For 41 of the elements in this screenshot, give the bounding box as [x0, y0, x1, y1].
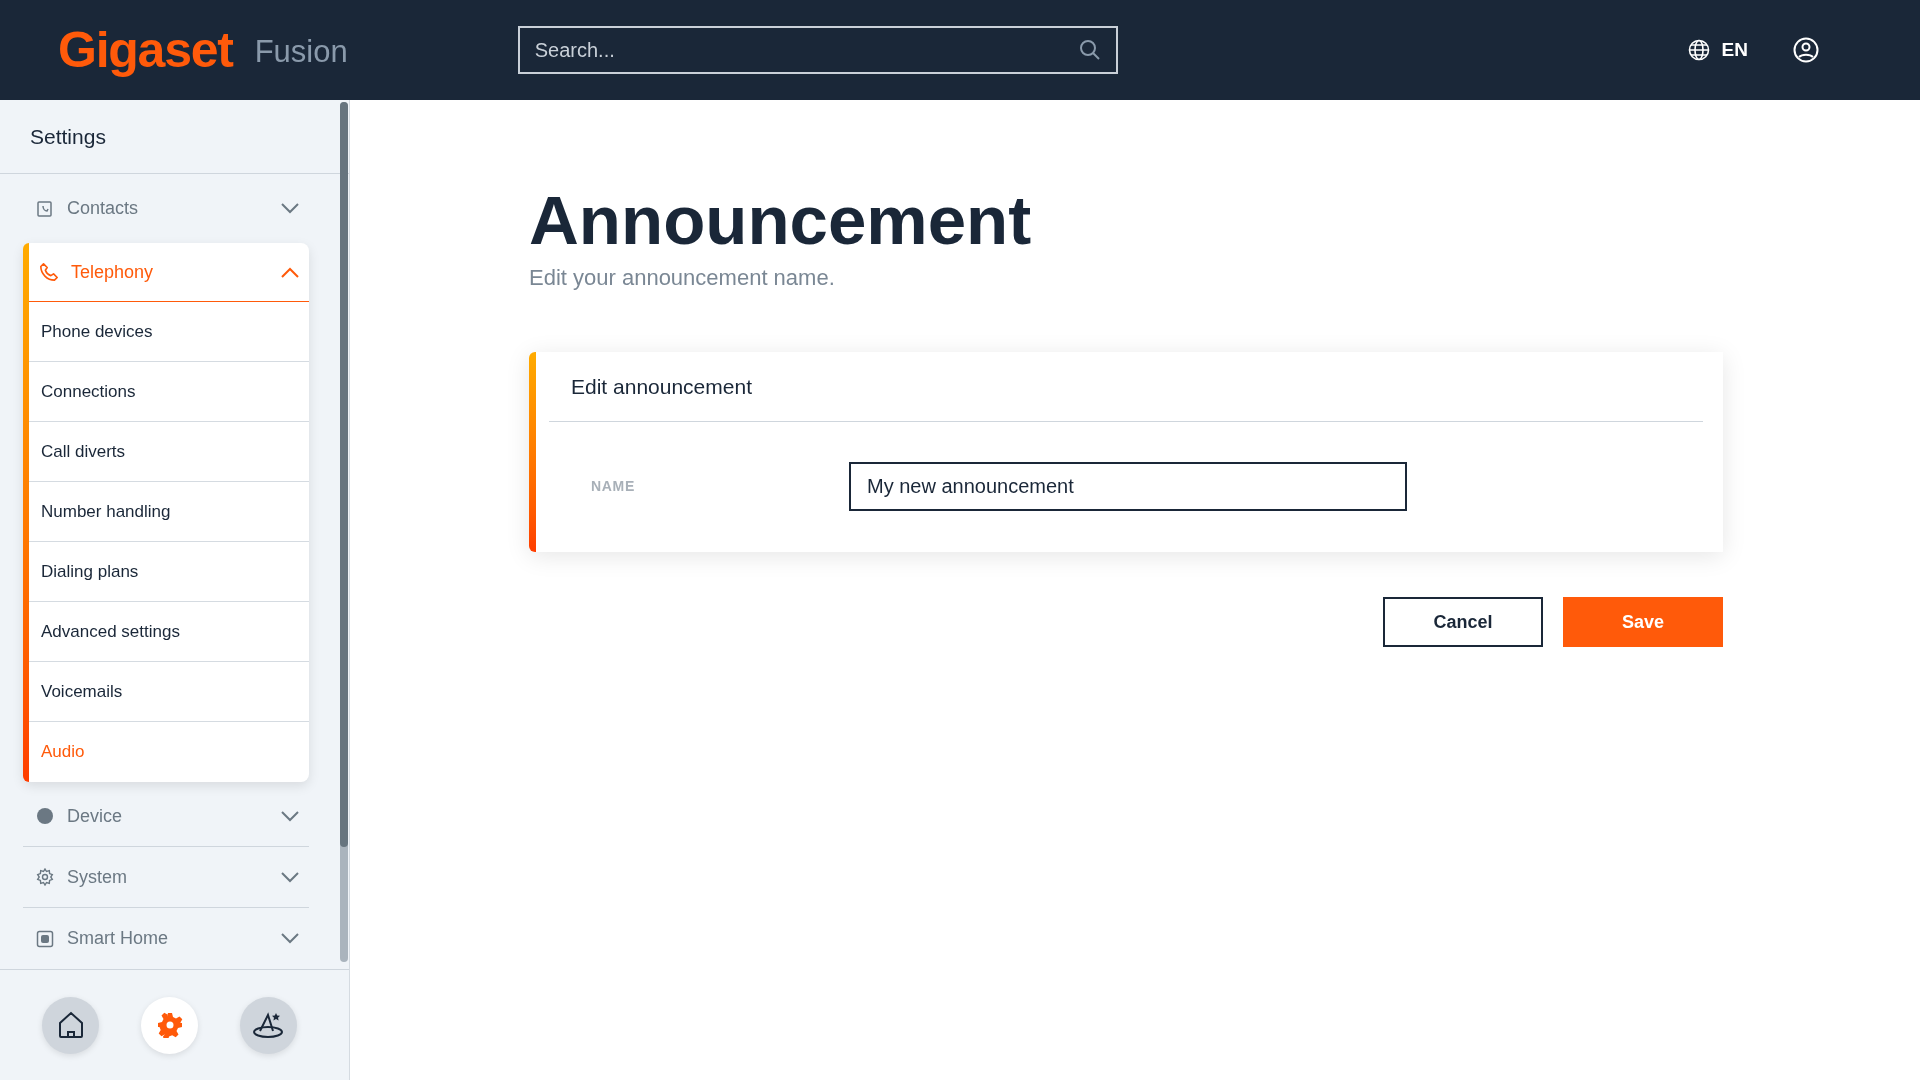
chevron-icon[interactable]: [281, 810, 299, 822]
page-subtitle: Edit your announcement name.: [529, 264, 836, 292]
sidebar-item[interactable]: Advanced settings: [29, 602, 309, 662]
chevron-icon[interactable]: [281, 871, 299, 883]
search-icon[interactable]: [1078, 39, 1101, 61]
nav-button[interactable]: [42, 996, 99, 1054]
name-input[interactable]: My new announcement: [849, 462, 1407, 511]
chevron-icon[interactable]: [281, 266, 299, 278]
card-title: Edit announcement: [571, 373, 752, 400]
chevron-icon[interactable]: [281, 933, 299, 944]
gear-icon: [156, 1012, 183, 1038]
phone-icon: [39, 261, 59, 283]
sidebar-item[interactable]: Number handling: [29, 482, 309, 542]
language-selector[interactable]: EN: [1721, 35, 1748, 65]
product-name: Fusion: [254, 32, 348, 71]
sidebar-item[interactable]: Call diverts: [29, 422, 309, 482]
search-field[interactable]: Search...: [517, 26, 1118, 74]
nav-button[interactable]: [240, 996, 297, 1054]
sidebar-item[interactable]: Voicemails: [29, 662, 309, 722]
globe-icon[interactable]: [1687, 39, 1710, 61]
hat-icon: [251, 1011, 286, 1039]
dot-icon: [36, 807, 54, 825]
sidebar-item[interactable]: Phone devices: [29, 302, 309, 362]
sidebar-item[interactable]: Dialing plans: [29, 542, 309, 602]
contact-card-icon: [36, 199, 54, 218]
page-title: Announcement: [529, 186, 1033, 255]
gear-icon: [36, 868, 54, 886]
section-header[interactable]: Device: [23, 786, 309, 847]
section-header[interactable]: Contacts: [23, 178, 309, 239]
section-header[interactable]: System: [23, 847, 309, 908]
logo: Gigaset: [58, 20, 233, 80]
search-input[interactable]: Search...: [534, 35, 1079, 65]
sidebar-item[interactable]: Connections: [29, 362, 309, 422]
section-header[interactable]: Smart Home: [23, 908, 309, 969]
cancel-button[interactable]: Cancel: [1383, 597, 1543, 647]
smart-home-icon: [36, 929, 54, 948]
field-label: NAME: [591, 477, 637, 496]
sidebar-title: Settings: [30, 123, 106, 150]
chevron-icon[interactable]: [281, 203, 299, 214]
user-icon[interactable]: [1793, 37, 1819, 63]
home-icon: [57, 1011, 84, 1039]
